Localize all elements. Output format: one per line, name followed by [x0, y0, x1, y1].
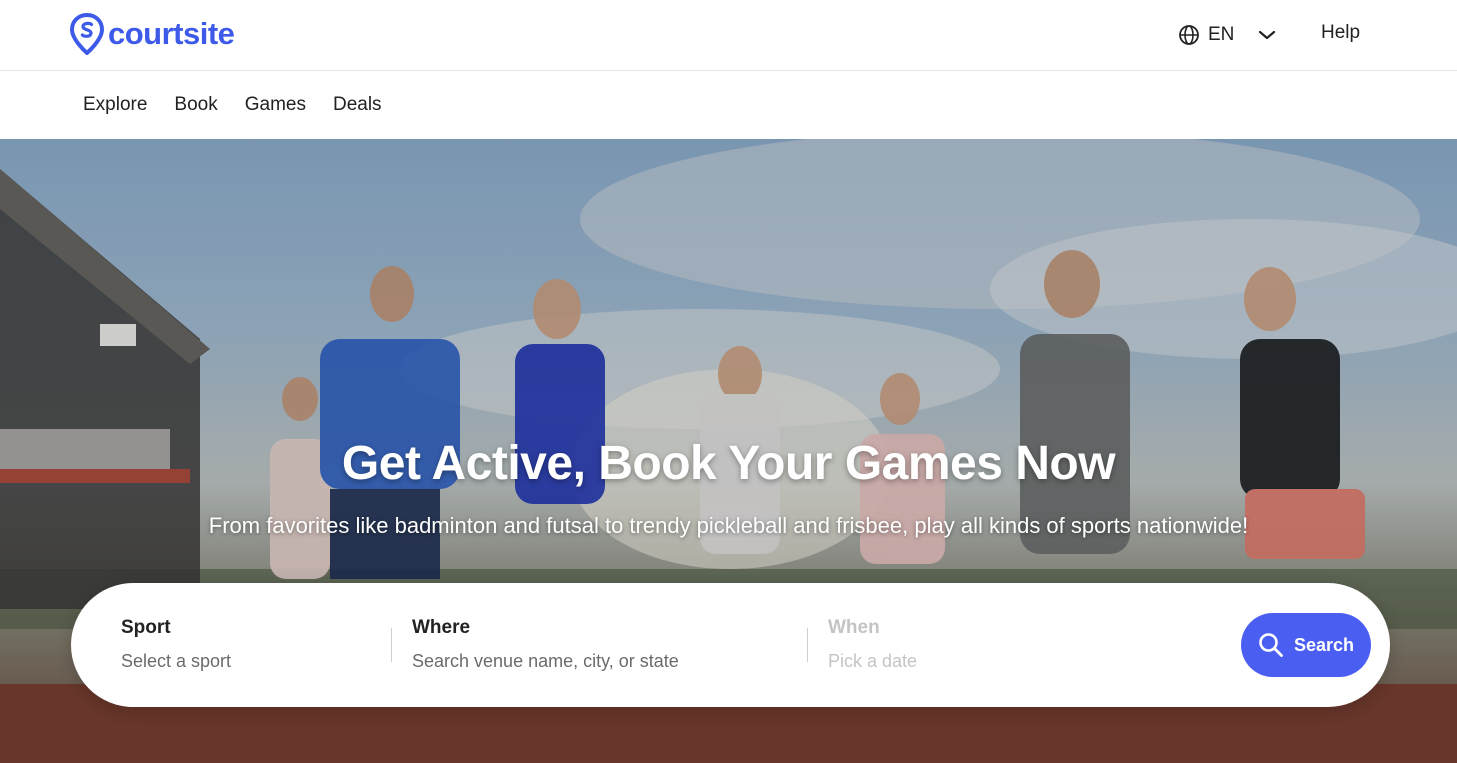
help-link[interactable]: Help: [1321, 22, 1360, 44]
search-button-label: Search: [1293, 634, 1355, 655]
globe-icon: [1179, 25, 1199, 45]
logo-text: courtsite: [108, 16, 235, 51]
where-placeholder: Search venue name, city, or state: [412, 651, 679, 671]
main-nav: Explore Book Games Deals: [0, 72, 1457, 139]
where-label: Where: [412, 617, 471, 638]
nav-item-games[interactable]: Games: [245, 94, 306, 116]
search-button[interactable]: Search: [1241, 613, 1371, 677]
sport-label: Sport: [121, 617, 171, 638]
search-bar: Sport Select a sport Where Search venue …: [71, 583, 1390, 707]
when-label: When: [828, 617, 880, 638]
when-placeholder: Pick a date: [828, 651, 918, 671]
location-pin-logo-icon: [70, 13, 104, 55]
where-field[interactable]: Where Search venue name, city, or state: [412, 617, 679, 672]
courtsite-logo[interactable]: courtsite: [70, 13, 235, 55]
chevron-down-icon: [1259, 30, 1276, 40]
nav-item-deals[interactable]: Deals: [333, 94, 382, 116]
sport-field[interactable]: Sport Select a sport: [121, 617, 231, 672]
nav-item-explore[interactable]: Explore: [83, 94, 147, 116]
hero-title: Get Active, Book Your Games Now: [341, 437, 1116, 490]
language-code: EN: [1208, 24, 1235, 45]
top-header: courtsite EN Help: [0, 0, 1457, 71]
language-selector[interactable]: EN: [1178, 20, 1276, 50]
when-field[interactable]: When Pick a date: [828, 617, 917, 672]
search-icon: [1259, 633, 1283, 657]
nav-item-book[interactable]: Book: [174, 94, 217, 116]
field-divider: [807, 628, 808, 662]
sport-placeholder: Select a sport: [121, 651, 232, 671]
hero-subtitle: From favorites like badminton and futsal…: [208, 513, 1249, 538]
field-divider: [391, 628, 392, 662]
